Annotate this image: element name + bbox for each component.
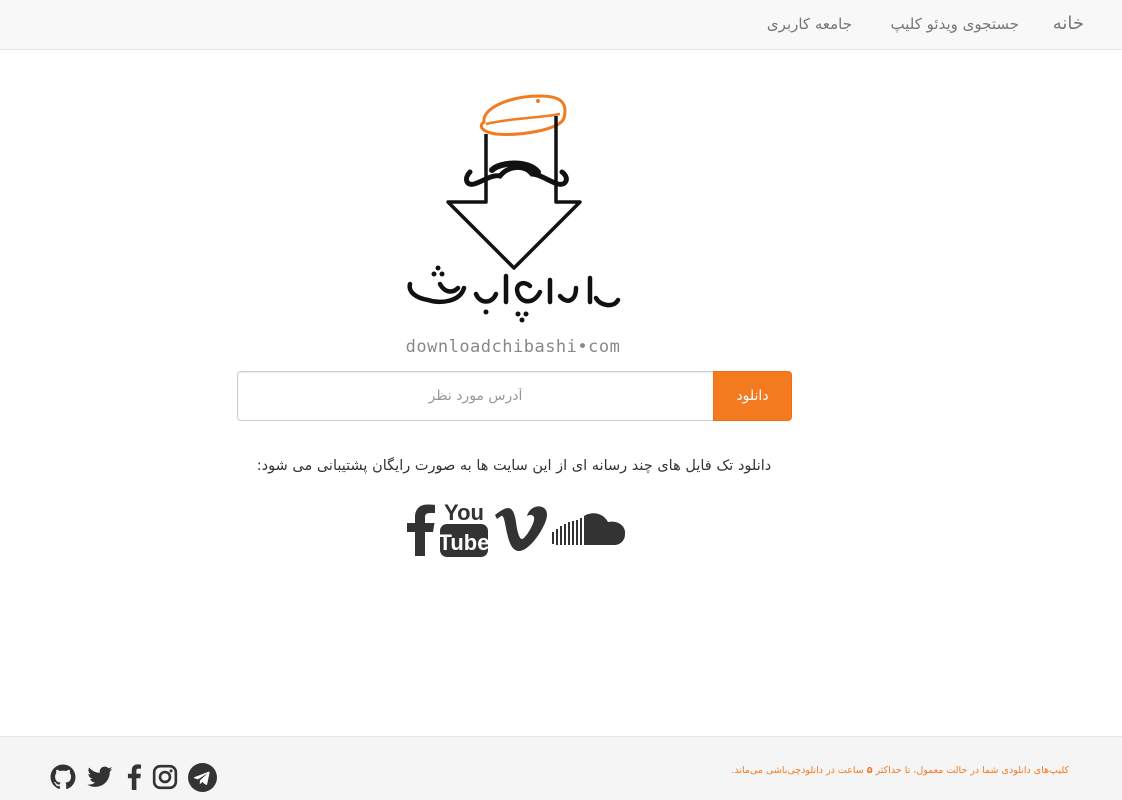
top-navbar: خانه جستجوی ویدئو کلیپ جامعه کاربری xyxy=(0,0,1122,50)
logo-domain-text: downloadchibashi•com xyxy=(406,337,621,357)
url-input[interactable] xyxy=(237,371,713,421)
supported-sites-text: دانلود تک فایل های چند رسانه ای از این س… xyxy=(256,458,772,474)
github-icon[interactable] xyxy=(50,764,76,790)
twitter-icon[interactable] xyxy=(87,764,113,790)
footer: کلیپ‌های دانلودی شما در حالت معمول، تا ح… xyxy=(0,736,1122,800)
download-button[interactable]: دانلود xyxy=(713,371,792,421)
footer-notice-part2: ساعت در دانلودچی‌باشی می‌ماند. xyxy=(731,765,867,776)
supported-services: You Tube xyxy=(402,500,628,560)
footer-notice-part1: کلیپ‌های دانلودی شما در حالت معمول، تا ح… xyxy=(872,765,1069,776)
footer-facebook-icon[interactable] xyxy=(121,764,147,790)
nav-home-link[interactable]: خانه xyxy=(1053,13,1084,34)
footer-notice: کلیپ‌های دانلودی شما در حالت معمول، تا ح… xyxy=(731,765,1069,776)
soundcloud-icon xyxy=(552,513,626,545)
download-form: دانلود xyxy=(237,371,792,421)
vimeo-icon xyxy=(495,506,547,551)
svg-text:You: You xyxy=(444,500,484,525)
facebook-icon xyxy=(407,504,435,556)
telegram-icon[interactable] xyxy=(188,763,217,792)
nav-community-link[interactable]: جامعه کاربری xyxy=(767,15,852,33)
instagram-icon[interactable] xyxy=(152,764,178,790)
site-logo: downloadchibashi•com xyxy=(400,88,626,358)
nav-video-search-link[interactable]: جستجوی ویدئو کلیپ xyxy=(891,15,1019,33)
svg-text:Tube: Tube xyxy=(440,530,488,555)
youtube-icon: You Tube xyxy=(440,500,488,557)
